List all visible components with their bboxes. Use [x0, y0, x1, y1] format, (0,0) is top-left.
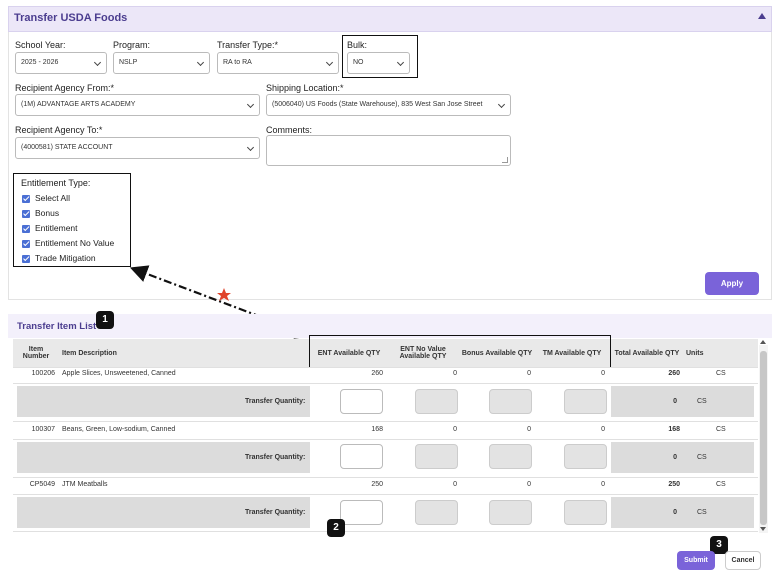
- item-number: 100206: [31, 370, 55, 377]
- transfer-quantity-label: Transfer Quantity:: [245, 398, 306, 405]
- ent-no-value-qty: 0: [453, 370, 457, 377]
- ent-no-value-transfer-qty-input: [415, 444, 458, 469]
- scroll-down-icon[interactable]: [760, 527, 766, 531]
- scrollbar-thumb[interactable]: [760, 351, 767, 525]
- tm-available-qty: 0: [601, 426, 605, 433]
- bonus-transfer-qty-input: [489, 500, 532, 525]
- scroll-up-icon[interactable]: [760, 340, 766, 344]
- star-icon: [217, 288, 231, 301]
- col-units: Units: [682, 339, 752, 367]
- total-available-qty: 168: [668, 426, 680, 433]
- total-available-qty: 250: [668, 481, 680, 488]
- tm-transfer-qty-input: [564, 500, 607, 525]
- submit-button[interactable]: Submit: [677, 551, 715, 570]
- ent-transfer-qty-input[interactable]: [340, 444, 383, 469]
- item-description: Beans, Green, Low-sodium, Canned: [62, 426, 176, 433]
- col-total-available: Total Available QTY: [612, 339, 682, 367]
- units: CS: [716, 481, 726, 488]
- transfer-units: CS: [697, 398, 707, 405]
- ent-no-value-transfer-qty-input: [415, 389, 458, 414]
- item-number: 100307: [31, 426, 55, 433]
- ent-no-value-transfer-qty-input: [415, 500, 458, 525]
- units: CS: [716, 426, 726, 433]
- tm-transfer-qty-input: [564, 389, 607, 414]
- col-item-description: Item Description: [58, 339, 308, 367]
- ent-no-value-qty: 0: [453, 426, 457, 433]
- units: CS: [716, 370, 726, 377]
- item-description: Apple Slices, Unsweetened, Canned: [62, 370, 176, 377]
- bonus-available-qty: 0: [527, 481, 531, 488]
- list-title: Transfer Item List: [17, 321, 97, 332]
- tm-transfer-qty-input: [564, 444, 607, 469]
- ent-available-qty: 250: [371, 481, 383, 488]
- ent-available-qty: 260: [371, 370, 383, 377]
- total-available-qty: 260: [668, 370, 680, 377]
- tm-available-qty: 0: [601, 370, 605, 377]
- cancel-button[interactable]: Cancel: [725, 551, 761, 570]
- bonus-available-qty: 0: [527, 370, 531, 377]
- col-item-number: Item Number: [15, 339, 57, 367]
- annotation-badge-1: 1: [96, 311, 114, 329]
- available-qty-highlight-box: [309, 335, 611, 368]
- annotation-badge-2: 2: [327, 519, 345, 537]
- transfer-total: 0: [673, 398, 677, 405]
- transfer-units: CS: [697, 509, 707, 516]
- bonus-transfer-qty-input: [489, 389, 532, 414]
- ent-transfer-qty-input[interactable]: [340, 389, 383, 414]
- transfer-total: 0: [673, 454, 677, 461]
- bonus-transfer-qty-input: [489, 444, 532, 469]
- transfer-total: 0: [673, 509, 677, 516]
- transfer-units: CS: [697, 454, 707, 461]
- item-number: CP5049: [29, 481, 55, 488]
- ent-available-qty: 168: [371, 426, 383, 433]
- ent-transfer-qty-input[interactable]: [340, 500, 383, 525]
- annotation-arrow: [129, 265, 314, 339]
- tm-available-qty: 0: [601, 481, 605, 488]
- ent-no-value-qty: 0: [453, 481, 457, 488]
- item-description: JTM Meatballs: [62, 481, 108, 488]
- bonus-available-qty: 0: [527, 426, 531, 433]
- transfer-quantity-label: Transfer Quantity:: [245, 454, 306, 461]
- transfer-quantity-label: Transfer Quantity:: [245, 509, 306, 516]
